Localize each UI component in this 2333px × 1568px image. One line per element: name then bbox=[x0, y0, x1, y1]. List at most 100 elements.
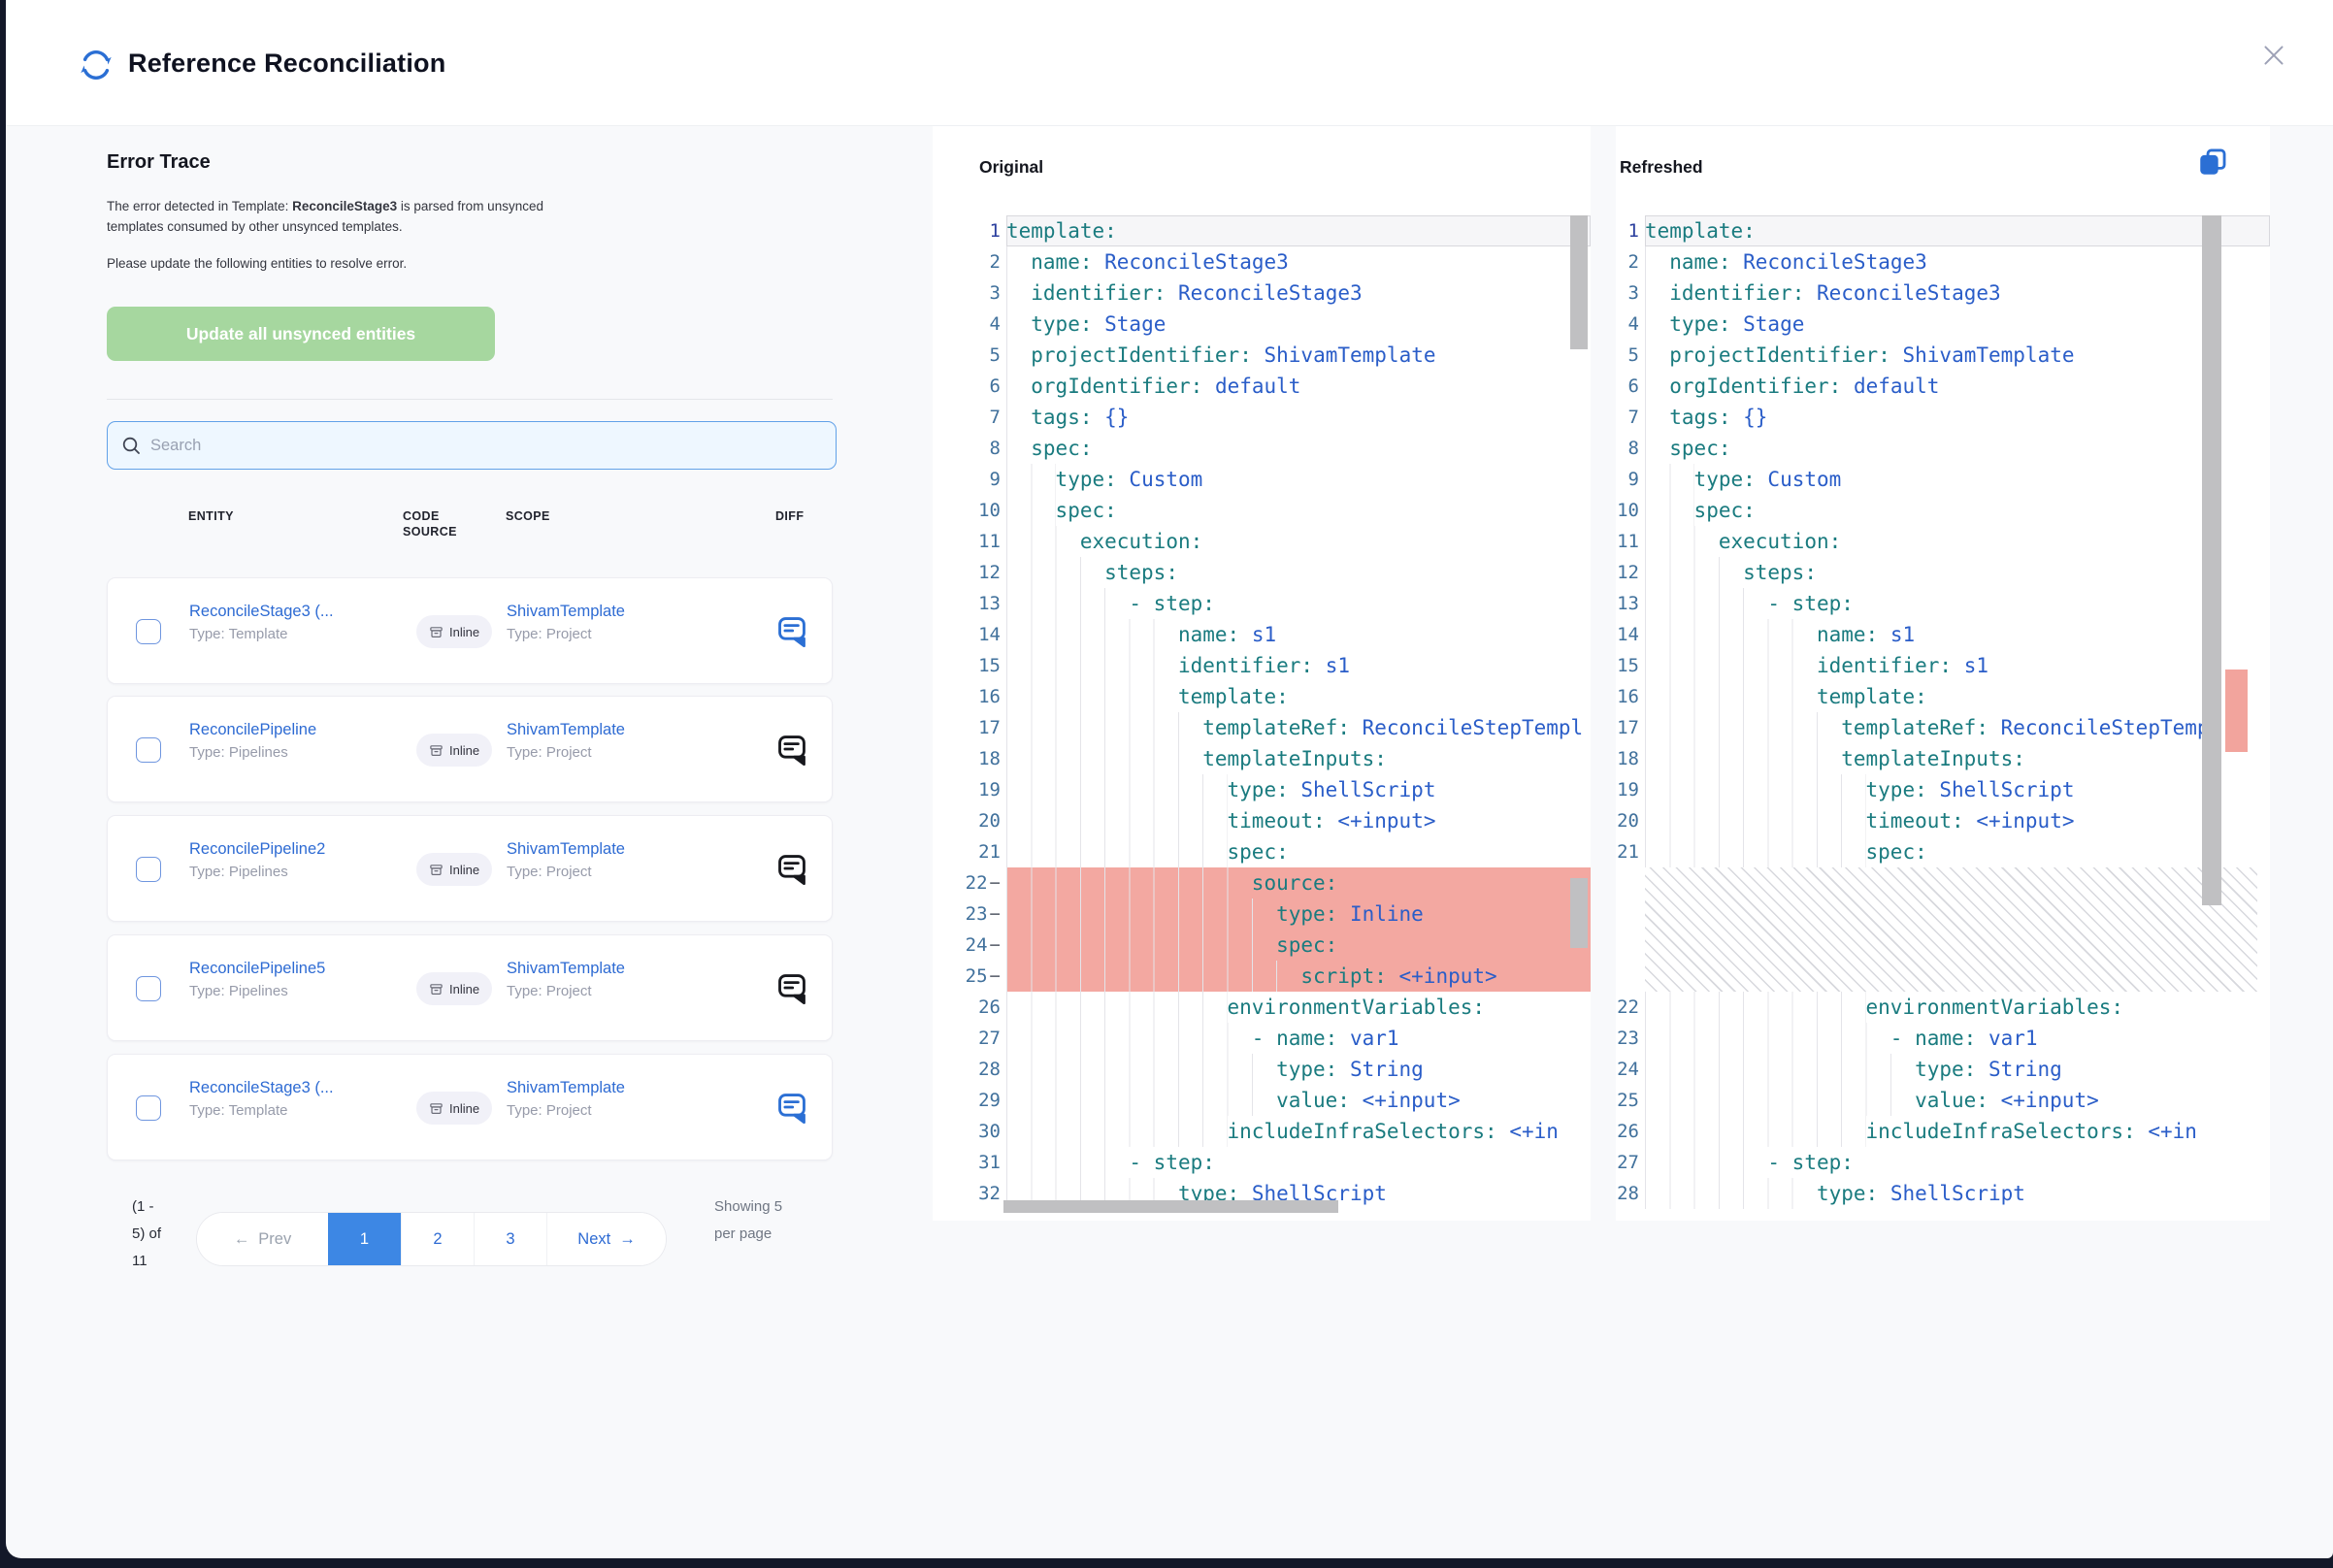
scope-link[interactable]: ShivamTemplate bbox=[507, 1079, 625, 1097]
code-line: 8spec: bbox=[933, 433, 1591, 464]
line-number: 9 bbox=[933, 464, 1006, 495]
refreshed-code-editor: 1template:2name: ReconcileStage33identif… bbox=[1616, 215, 2270, 1209]
code-line: 18templateInputs: bbox=[933, 743, 1591, 774]
archive-icon bbox=[429, 863, 444, 877]
copy-icon[interactable] bbox=[2196, 146, 2229, 179]
page-button-2[interactable]: 2 bbox=[401, 1213, 474, 1265]
scope-link[interactable]: ShivamTemplate bbox=[507, 603, 625, 621]
code-line: 22−source: bbox=[933, 867, 1591, 898]
next-page-button[interactable]: Next → bbox=[546, 1213, 666, 1265]
entity-link[interactable]: ReconcileStage3 (... bbox=[189, 1079, 334, 1097]
search-icon bbox=[121, 436, 141, 455]
line-number: 27 bbox=[933, 1023, 1006, 1054]
refreshed-vertical-scrollbar[interactable] bbox=[2202, 215, 2221, 905]
note-icon[interactable] bbox=[775, 1091, 808, 1124]
scope-link[interactable]: ShivamTemplate bbox=[507, 960, 625, 978]
code-line: 10spec: bbox=[933, 495, 1591, 526]
line-number: 15 bbox=[1616, 650, 1645, 681]
code-line: 9type: Custom bbox=[1616, 464, 2270, 495]
archive-icon bbox=[429, 743, 444, 758]
line-number: 5 bbox=[933, 340, 1006, 371]
update-all-button[interactable]: Update all unsynced entities bbox=[107, 307, 495, 361]
line-number bbox=[1616, 867, 1645, 992]
entity-link[interactable]: ReconcilePipeline bbox=[189, 721, 316, 739]
entity-link[interactable]: ReconcileStage3 (... bbox=[189, 603, 334, 621]
code-line: 19type: ShellScript bbox=[1616, 774, 2270, 805]
close-icon[interactable] bbox=[2259, 41, 2288, 70]
reference-reconciliation-dialog: Reference Reconciliation Error Trace The… bbox=[6, 0, 2333, 1558]
code-line: 3identifier: ReconcileStage3 bbox=[933, 278, 1591, 309]
row-checkbox[interactable] bbox=[136, 737, 161, 763]
code-line: 1template: bbox=[1616, 215, 2270, 246]
search-input[interactable] bbox=[150, 437, 822, 455]
note-icon[interactable] bbox=[775, 733, 808, 766]
line-number: 22 bbox=[1616, 992, 1645, 1023]
row-checkbox[interactable] bbox=[136, 857, 161, 882]
code-line: 11execution: bbox=[933, 526, 1591, 557]
code-line: 14name: s1 bbox=[1616, 619, 2270, 650]
code-line: 20timeout: <+input> bbox=[1616, 805, 2270, 836]
row-checkbox[interactable] bbox=[136, 1095, 161, 1121]
code-line: 29value: <+input> bbox=[933, 1085, 1591, 1116]
archive-icon bbox=[429, 982, 444, 996]
line-number: 28 bbox=[1616, 1178, 1645, 1209]
line-number: 11 bbox=[933, 526, 1006, 557]
line-number: 1 bbox=[1616, 215, 1645, 246]
line-number: 9 bbox=[1616, 464, 1645, 495]
code-line: 2name: ReconcileStage3 bbox=[1616, 246, 2270, 278]
code-line: 25−script: <+input> bbox=[933, 961, 1591, 992]
code-line: 9type: Custom bbox=[933, 464, 1591, 495]
original-vertical-scrollbar[interactable] bbox=[1570, 215, 1588, 349]
entity-link[interactable]: ReconcilePipeline5 bbox=[189, 960, 325, 978]
code-line: 12steps: bbox=[933, 557, 1591, 588]
page-button-3[interactable]: 3 bbox=[474, 1213, 546, 1265]
original-code-editor: 1template:2name: ReconcileStage33identif… bbox=[933, 215, 1591, 1209]
code-line: 7tags: {} bbox=[933, 402, 1591, 433]
column-entity: ENTITY bbox=[188, 508, 234, 524]
code-line: 4type: Stage bbox=[933, 309, 1591, 340]
note-icon[interactable] bbox=[775, 852, 808, 885]
line-number: 30 bbox=[933, 1116, 1006, 1147]
next-arrow-icon: → bbox=[619, 1230, 636, 1249]
prev-arrow-icon: ← bbox=[234, 1230, 250, 1249]
prev-page-button[interactable]: ← Prev bbox=[197, 1213, 328, 1265]
dialog-header: Reference Reconciliation bbox=[6, 0, 2333, 126]
line-number: 26 bbox=[933, 992, 1006, 1023]
line-number: 4 bbox=[933, 309, 1006, 340]
page-button-1[interactable]: 1 bbox=[328, 1213, 401, 1265]
entity-link[interactable]: ReconcilePipeline2 bbox=[189, 840, 325, 859]
refreshed-panel: Refreshed 1template:2name: ReconcileStag… bbox=[1616, 126, 2270, 1221]
code-line: 16template: bbox=[1616, 681, 2270, 712]
original-title: Original bbox=[979, 157, 1043, 178]
line-number: 4 bbox=[1616, 309, 1645, 340]
line-number: 7 bbox=[1616, 402, 1645, 433]
scope-type: Type: Project bbox=[507, 983, 625, 999]
code-line: 1template: bbox=[933, 215, 1591, 246]
error-trace-panel: Error Trace The error detected in Templa… bbox=[6, 126, 933, 1558]
row-checkbox[interactable] bbox=[136, 619, 161, 644]
line-number: 18 bbox=[1616, 743, 1645, 774]
line-number: 31 bbox=[933, 1147, 1006, 1178]
code-line: 21spec: bbox=[1616, 836, 2270, 867]
code-line: 16template: bbox=[933, 681, 1591, 712]
collapsed-deleted-region bbox=[1616, 867, 2270, 992]
column-code-source: CODE SOURCE bbox=[403, 508, 465, 539]
note-icon[interactable] bbox=[775, 971, 808, 1004]
scope-link[interactable]: ShivamTemplate bbox=[507, 721, 625, 739]
code-line: 4type: Stage bbox=[1616, 309, 2270, 340]
scope-link[interactable]: ShivamTemplate bbox=[507, 840, 625, 859]
original-horizontal-scrollbar[interactable] bbox=[1003, 1200, 1338, 1213]
table-row: ReconcilePipeline2Type: PipelinesInlineS… bbox=[107, 815, 833, 922]
row-checkbox[interactable] bbox=[136, 976, 161, 1001]
original-vertical-scrollbar-segment[interactable] bbox=[1570, 878, 1588, 948]
line-number: 23 bbox=[1616, 1023, 1645, 1054]
scope-type: Type: Project bbox=[507, 744, 625, 761]
code-line: 28type: String bbox=[933, 1054, 1591, 1085]
code-source-badge: Inline bbox=[416, 734, 492, 767]
note-icon[interactable] bbox=[775, 614, 808, 647]
line-number: 27 bbox=[1616, 1147, 1645, 1178]
table-row: ReconcileStage3 (...Type: TemplateInline… bbox=[107, 1054, 833, 1160]
code-line: 24−spec: bbox=[933, 930, 1591, 961]
scope-type: Type: Project bbox=[507, 1102, 625, 1119]
code-line: 27- step: bbox=[1616, 1147, 2270, 1178]
